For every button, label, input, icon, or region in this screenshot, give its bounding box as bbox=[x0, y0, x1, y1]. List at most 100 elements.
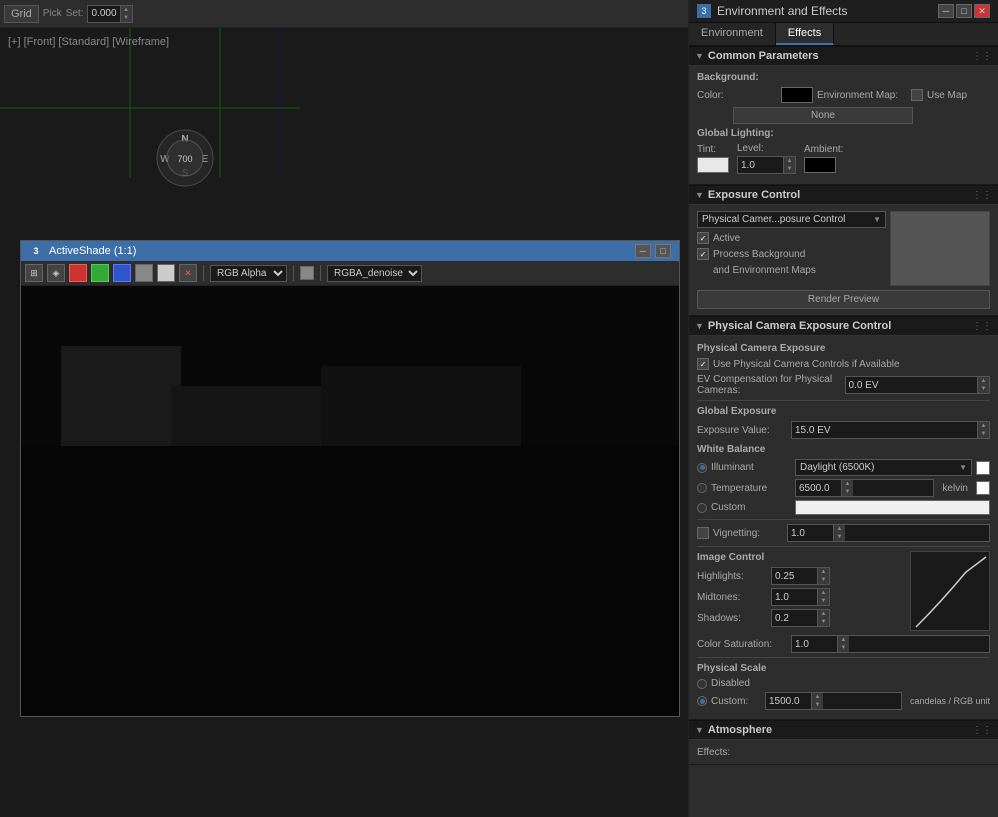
as-green-icon[interactable] bbox=[91, 264, 109, 282]
use-controls-checkbox[interactable] bbox=[697, 358, 709, 370]
mt-up[interactable]: ▲ bbox=[817, 589, 829, 597]
vignetting-checkbox[interactable] bbox=[697, 527, 709, 539]
vig-down[interactable]: ▼ bbox=[833, 533, 845, 541]
physical-camera-options[interactable]: ⋮⋮ bbox=[972, 321, 992, 332]
ev-up[interactable]: ▲ bbox=[977, 377, 989, 385]
panel-tabs: Environment Effects bbox=[689, 23, 998, 46]
grid-dropdown[interactable]: Grid bbox=[4, 5, 39, 23]
sh-up[interactable]: ▲ bbox=[817, 610, 829, 618]
as-minimize[interactable]: ─ bbox=[635, 244, 651, 258]
exposure-value-input[interactable]: 15.0 EV ▲ ▼ bbox=[791, 421, 990, 439]
tint-swatch[interactable] bbox=[697, 157, 729, 173]
atmosphere-options[interactable]: ⋮⋮ bbox=[972, 725, 992, 736]
sh-down[interactable]: ▼ bbox=[817, 618, 829, 626]
pick-label: Pick bbox=[43, 8, 62, 19]
hl-down[interactable]: ▼ bbox=[817, 576, 829, 584]
atmosphere-header[interactable]: ▼ Atmosphere ⋮⋮ bbox=[689, 720, 998, 740]
env-map-button[interactable]: None bbox=[733, 107, 913, 124]
exposure-options[interactable]: ⋮⋮ bbox=[972, 190, 992, 201]
disabled-radio[interactable] bbox=[697, 679, 707, 689]
expval-up[interactable]: ▲ bbox=[977, 422, 989, 430]
pscale-up[interactable]: ▲ bbox=[811, 693, 823, 701]
as-gray-icon[interactable] bbox=[135, 264, 153, 282]
compass: N S E W 700 bbox=[155, 128, 215, 188]
illuminant-dropdown[interactable]: Daylight (6500K) ▼ bbox=[795, 459, 972, 476]
as-x-icon[interactable]: ✕ bbox=[179, 264, 197, 282]
as-icon-2[interactable]: ◈ bbox=[47, 264, 65, 282]
mt-down[interactable]: ▼ bbox=[817, 597, 829, 605]
process-bg-checkbox[interactable] bbox=[697, 248, 709, 260]
value-spinner[interactable]: 0.000 ▲ ▼ bbox=[87, 5, 132, 23]
disabled-label: Disabled bbox=[711, 678, 750, 689]
exposure-control-header[interactable]: ▼ Exposure Control ⋮⋮ bbox=[689, 185, 998, 205]
as-white-icon[interactable] bbox=[157, 264, 175, 282]
spinner-down[interactable]: ▼ bbox=[120, 14, 132, 22]
common-params-body: Background: Color: Environment Map: Use … bbox=[689, 66, 998, 184]
custom-scale-input[interactable]: 1500.0 ▲ ▼ bbox=[765, 692, 902, 710]
white-balance-label: White Balance bbox=[697, 444, 765, 455]
right-panel: 3 Environment and Effects ─ □ ✕ Environm… bbox=[688, 0, 998, 817]
highlights-row: Highlights: 0.25 ▲ ▼ bbox=[697, 567, 906, 585]
custom-scale-radio[interactable] bbox=[697, 696, 707, 706]
panel-icon: 3 bbox=[697, 4, 711, 18]
ev-down[interactable]: ▼ bbox=[977, 385, 989, 393]
ev-comp-input[interactable]: 0.0 EV ▲ ▼ bbox=[845, 376, 991, 394]
temp-down[interactable]: ▼ bbox=[841, 488, 853, 496]
level-input[interactable]: 1.0 ▲ ▼ bbox=[737, 156, 796, 174]
active-checkbox[interactable] bbox=[697, 232, 709, 244]
illuminant-label: Illuminant bbox=[711, 462, 791, 473]
temp-up[interactable]: ▲ bbox=[841, 480, 853, 488]
as-blue-icon[interactable] bbox=[113, 264, 131, 282]
color-label: Color: bbox=[697, 90, 777, 101]
physical-camera-arrow: ▼ bbox=[695, 321, 704, 331]
illuminant-radio[interactable] bbox=[697, 463, 707, 473]
physical-camera-header[interactable]: ▼ Physical Camera Exposure Control ⋮⋮ bbox=[689, 316, 998, 336]
temperature-swatch[interactable] bbox=[976, 481, 990, 495]
panel-close[interactable]: ✕ bbox=[974, 4, 990, 18]
color-saturation-input[interactable]: 1.0 ▲ ▼ bbox=[791, 635, 990, 653]
temperature-radio[interactable] bbox=[697, 483, 707, 493]
panel-maximize[interactable]: □ bbox=[956, 4, 972, 18]
exposure-dropdown[interactable]: Physical Camer...posure Control ▼ bbox=[697, 211, 886, 228]
hl-up[interactable]: ▲ bbox=[817, 568, 829, 576]
as-channel1-select[interactable]: RGB Alpha bbox=[210, 265, 287, 282]
cs-down[interactable]: ▼ bbox=[837, 644, 849, 652]
custom-input[interactable] bbox=[795, 500, 990, 515]
candelas-label: candelas / RGB unit bbox=[910, 696, 990, 706]
as-red-icon[interactable] bbox=[69, 264, 87, 282]
cs-up[interactable]: ▲ bbox=[837, 636, 849, 644]
bg-color-swatch[interactable] bbox=[781, 87, 813, 103]
vig-up[interactable]: ▲ bbox=[833, 525, 845, 533]
use-map-check[interactable]: Use Map bbox=[911, 89, 967, 101]
tab-effects[interactable]: Effects bbox=[776, 23, 834, 45]
spinner-up[interactable]: ▲ bbox=[120, 6, 132, 14]
midtones-input[interactable]: 1.0 ▲ ▼ bbox=[771, 588, 830, 606]
common-params-header[interactable]: ▼ Common Parameters ⋮⋮ bbox=[689, 46, 998, 66]
as-icon-1[interactable]: ⊞ bbox=[25, 264, 43, 282]
as-maximize[interactable]: □ bbox=[655, 244, 671, 258]
exposure-preview-box bbox=[890, 211, 990, 286]
expval-down[interactable]: ▼ bbox=[977, 430, 989, 438]
process-bg-row: Process Background bbox=[697, 248, 886, 260]
ambient-swatch[interactable] bbox=[804, 157, 836, 173]
vignetting-input[interactable]: 1.0 ▲ ▼ bbox=[787, 524, 990, 542]
custom-radio[interactable] bbox=[697, 503, 707, 513]
pscale-down[interactable]: ▼ bbox=[811, 701, 823, 709]
common-params-options[interactable]: ⋮⋮ bbox=[972, 51, 992, 62]
highlights-input[interactable]: 0.25 ▲ ▼ bbox=[771, 567, 830, 585]
render-preview-button[interactable]: Render Preview bbox=[697, 290, 990, 309]
panel-minimize[interactable]: ─ bbox=[938, 4, 954, 18]
use-map-checkbox[interactable] bbox=[911, 89, 923, 101]
physical-camera-body: Physical Camera Exposure Use Physical Ca… bbox=[689, 336, 998, 719]
illuminant-swatch[interactable] bbox=[976, 461, 990, 475]
level-up[interactable]: ▲ bbox=[783, 157, 795, 165]
level-down[interactable]: ▼ bbox=[783, 165, 795, 173]
global-lighting-label: Global Lighting: bbox=[697, 128, 774, 139]
tab-environment[interactable]: Environment bbox=[689, 23, 776, 45]
kelvin-label: kelvin bbox=[942, 483, 968, 494]
as-color-swatch[interactable] bbox=[300, 266, 314, 280]
shadows-input[interactable]: 0.2 ▲ ▼ bbox=[771, 609, 830, 627]
temperature-input[interactable]: 6500.0 ▲ ▼ bbox=[795, 479, 934, 497]
tone-curve bbox=[910, 551, 990, 631]
as-channel2-select[interactable]: RGBA_denoise bbox=[327, 265, 422, 282]
